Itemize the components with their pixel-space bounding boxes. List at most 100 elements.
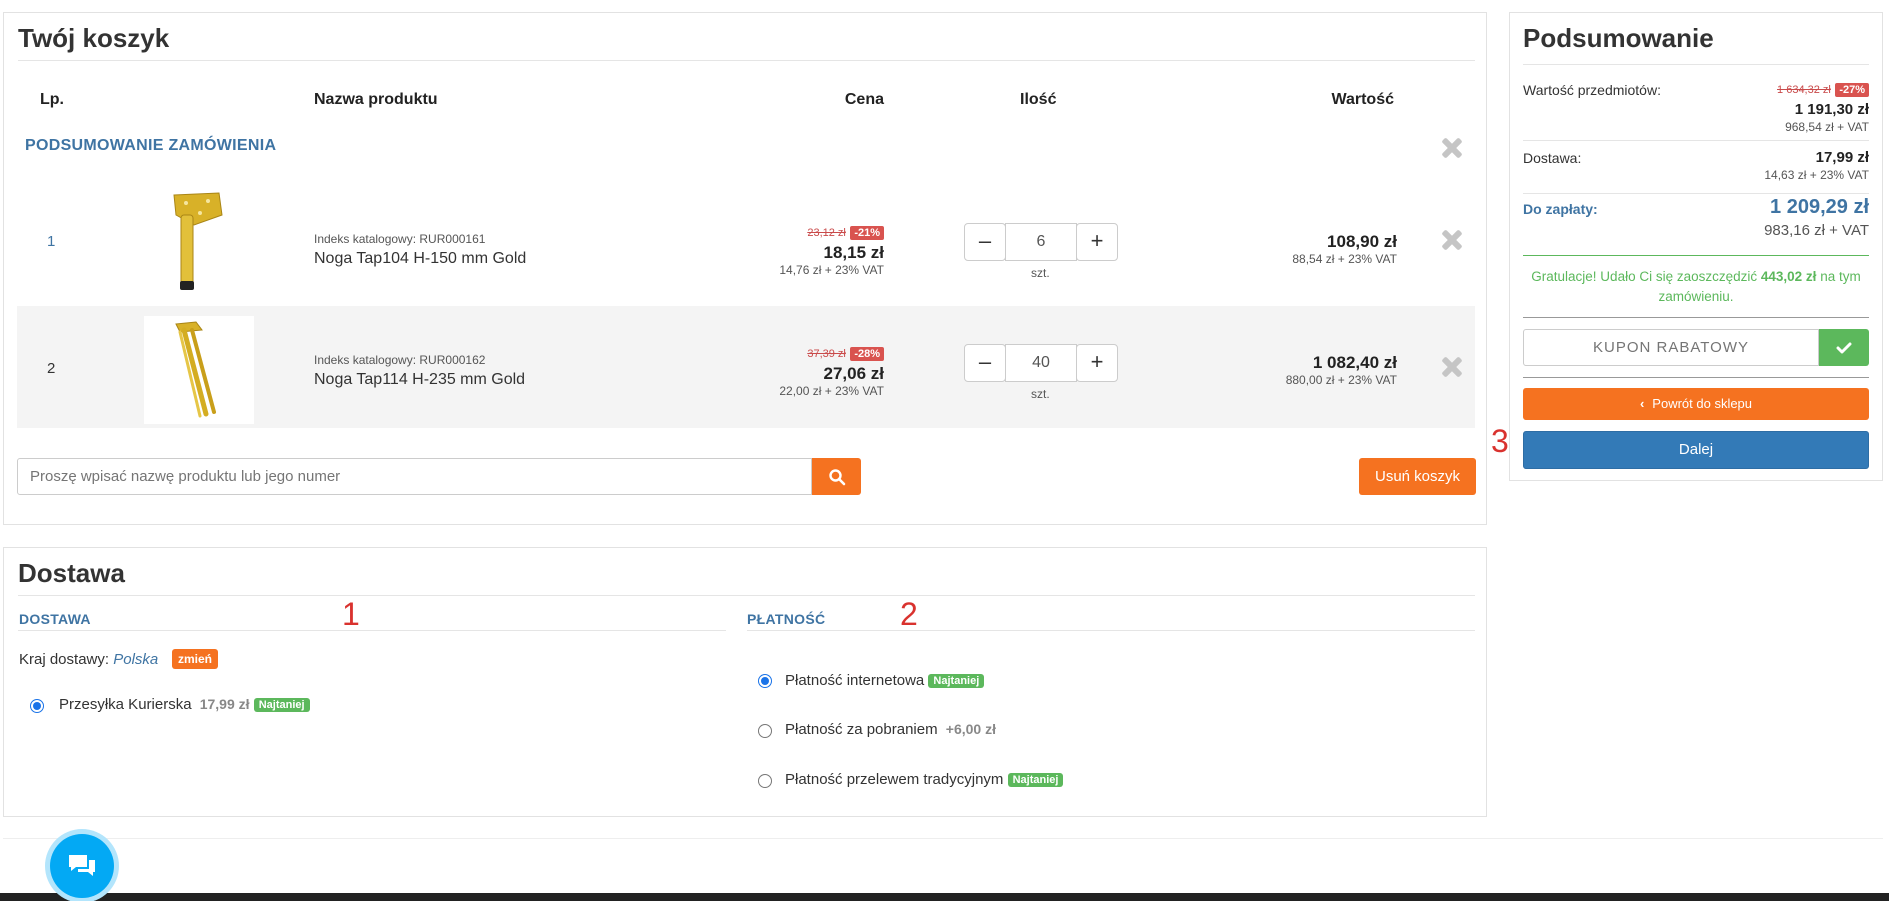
payment-radio-transfer[interactable] — [758, 774, 772, 788]
cheapest-badge: Najtaniej — [1007, 773, 1064, 788]
price-block: 37,39 zł -28% 27,06 zł 22,00 zł + 23% VA… — [657, 344, 884, 398]
delivery-value-block: 17,99 zł 14,63 zł + 23% VAT — [1660, 149, 1869, 182]
remove-item-icon[interactable] — [1441, 229, 1463, 251]
qty-input[interactable]: 40 — [1005, 344, 1077, 382]
search-button[interactable] — [812, 458, 861, 495]
delivery-left-divider — [18, 630, 726, 631]
row-value: 1 082,40 zł — [1312, 353, 1397, 372]
order-summary-section-label: PODSUMOWANIE ZAMÓWIENIA — [25, 137, 277, 154]
payment-radio-cod[interactable] — [758, 724, 772, 738]
qty-input[interactable]: 6 — [1005, 223, 1077, 261]
qty-unit: szt. — [1031, 387, 1050, 401]
savings-amount: 443,02 zł — [1760, 269, 1817, 284]
summary-divider — [1523, 377, 1869, 378]
qty-increase-button[interactable]: + — [1076, 223, 1118, 261]
savings-text-pre: Gratulacje! Udało Ci się zaoszczędzić — [1531, 269, 1758, 284]
table-row: 1 Indeks katalogowy: RUR000161 Noga Tap1… — [17, 185, 1475, 295]
items-value-label: Wartość przedmiotów: — [1523, 82, 1661, 98]
payment-online-label: Płatność internetowa — [785, 672, 925, 689]
catalog-index: Indeks katalogowy: RUR000161 — [314, 232, 486, 246]
delivery-title-divider — [18, 595, 1475, 596]
row-value: 108,90 zł — [1327, 232, 1397, 251]
qty-decrease-button[interactable]: – — [964, 223, 1006, 261]
product-name[interactable]: Noga Tap114 H-235 mm Gold — [314, 371, 525, 389]
summary-title-divider — [1523, 64, 1869, 65]
delivery-section-header: DOSTAWA — [19, 611, 91, 627]
shipping-option[interactable]: Przesyłka Kurierska 17,99 zł Najtaniej — [59, 696, 310, 713]
cheapest-badge: Najtaniej — [928, 674, 985, 689]
search-icon — [828, 469, 845, 486]
column-name: Nazwa produktu — [314, 91, 438, 108]
column-value: Wartość — [1331, 91, 1394, 108]
qty-increase-button[interactable]: + — [1076, 344, 1118, 382]
old-price: 37,39 zł — [807, 348, 846, 360]
old-price: 23,12 zł — [807, 227, 846, 239]
total-value: 1 209,29 zł — [1770, 196, 1869, 218]
next-button[interactable]: Dalej — [1523, 431, 1869, 469]
chat-button-inner — [50, 834, 114, 898]
shipping-radio[interactable] — [30, 699, 44, 713]
row-lp: 1 — [47, 233, 56, 250]
delivery-title: Dostawa — [18, 558, 125, 588]
payment-section-header: PŁATNOŚĆ — [747, 611, 826, 627]
delivery-value-net: 14,63 zł + 23% VAT — [1764, 168, 1869, 182]
summary-divider — [1523, 193, 1869, 194]
table-leg-gold-image — [175, 321, 216, 418]
delivery-right-divider — [747, 630, 1475, 631]
items-value: 1 191,30 zł — [1794, 101, 1869, 118]
total-value-block: 1 209,29 zł 983,16 zł + VAT — [1660, 196, 1869, 239]
items-discount-badge: -27% — [1835, 83, 1869, 97]
delivery-value: 17,99 zł — [1815, 149, 1869, 166]
footer-divider — [3, 838, 1883, 839]
qty-unit: szt. — [1031, 266, 1050, 280]
payment-cod-extra: +6,00 zł — [945, 721, 996, 737]
price-block: 23,12 zł -21% 18,15 zł 14,76 zł + 23% VA… — [657, 223, 884, 277]
row-lp: 2 — [47, 360, 56, 377]
items-value-net: 968,54 zł + VAT — [1785, 120, 1869, 134]
chat-button[interactable] — [45, 829, 119, 901]
chat-icon — [69, 855, 95, 876]
items-old-price: 1 634,32 zł — [1777, 84, 1831, 96]
back-to-shop-button[interactable]: ‹ Powrót do sklepu — [1523, 388, 1869, 420]
discount-badge: -28% — [850, 347, 884, 361]
unit-price: 18,15 zł — [823, 243, 885, 262]
summary-divider — [1523, 140, 1869, 141]
qty-decrease-button[interactable]: – — [964, 344, 1006, 382]
coupon-input[interactable] — [1523, 329, 1819, 366]
total-value-net: 983,16 zł + VAT — [1764, 222, 1869, 239]
change-country-button[interactable]: zmień — [172, 649, 219, 669]
remove-item-icon[interactable] — [1441, 356, 1463, 378]
chevron-left-icon: ‹ — [1639, 396, 1645, 411]
unit-price: 27,06 zł — [823, 364, 885, 383]
catalog-index: Indeks katalogowy: RUR000162 — [314, 353, 486, 367]
payment-radio-online[interactable] — [758, 674, 772, 688]
payment-option-online[interactable]: Płatność internetowa Najtaniej — [785, 672, 985, 689]
savings-message: Gratulacje! Udało Ci się zaoszczędzić 44… — [1523, 267, 1869, 307]
product-image[interactable] — [144, 316, 254, 424]
delivery-country: Kraj dostawy: Polska — [19, 651, 158, 668]
payment-option-cod[interactable]: Płatność za pobraniem +6,00 zł — [785, 721, 996, 738]
annotation-1: 1 — [342, 596, 360, 632]
table-leg-gold-image — [173, 192, 223, 290]
summary-title: Podsumowanie — [1523, 23, 1714, 53]
column-lp: Lp. — [40, 91, 64, 108]
column-price: Cena — [844, 91, 884, 108]
payment-option-transfer[interactable]: Płatność przelewem tradycyjnym Najtaniej — [785, 771, 1064, 788]
product-image[interactable] — [134, 185, 244, 293]
summary-panel: Podsumowanie Wartość przedmiotów: 1 634,… — [1509, 12, 1883, 481]
summary-divider — [1523, 317, 1869, 318]
summary-green-divider — [1523, 255, 1869, 256]
row-value-block: 108,90 zł 88,54 zł + 23% VAT — [1217, 232, 1397, 266]
back-to-shop-label: Powrót do sklepu — [1652, 396, 1753, 411]
coupon-apply-button[interactable] — [1819, 329, 1869, 366]
product-name[interactable]: Noga Tap104 H-150 mm Gold — [314, 250, 526, 268]
row-value-block: 1 082,40 zł 880,00 zł + 23% VAT — [1217, 353, 1397, 387]
payment-transfer-label: Płatność przelewem tradycyjnym — [785, 771, 1004, 788]
clear-cart-button[interactable]: Usuń koszyk — [1359, 458, 1476, 495]
check-icon — [1836, 342, 1852, 354]
product-search-input[interactable] — [17, 458, 812, 495]
row-value-net: 880,00 zł + 23% VAT — [1285, 373, 1397, 387]
page-bottom-bar — [0, 893, 1889, 901]
delivery-label: Dostawa: — [1523, 150, 1582, 166]
remove-section-icon[interactable] — [1441, 137, 1463, 159]
